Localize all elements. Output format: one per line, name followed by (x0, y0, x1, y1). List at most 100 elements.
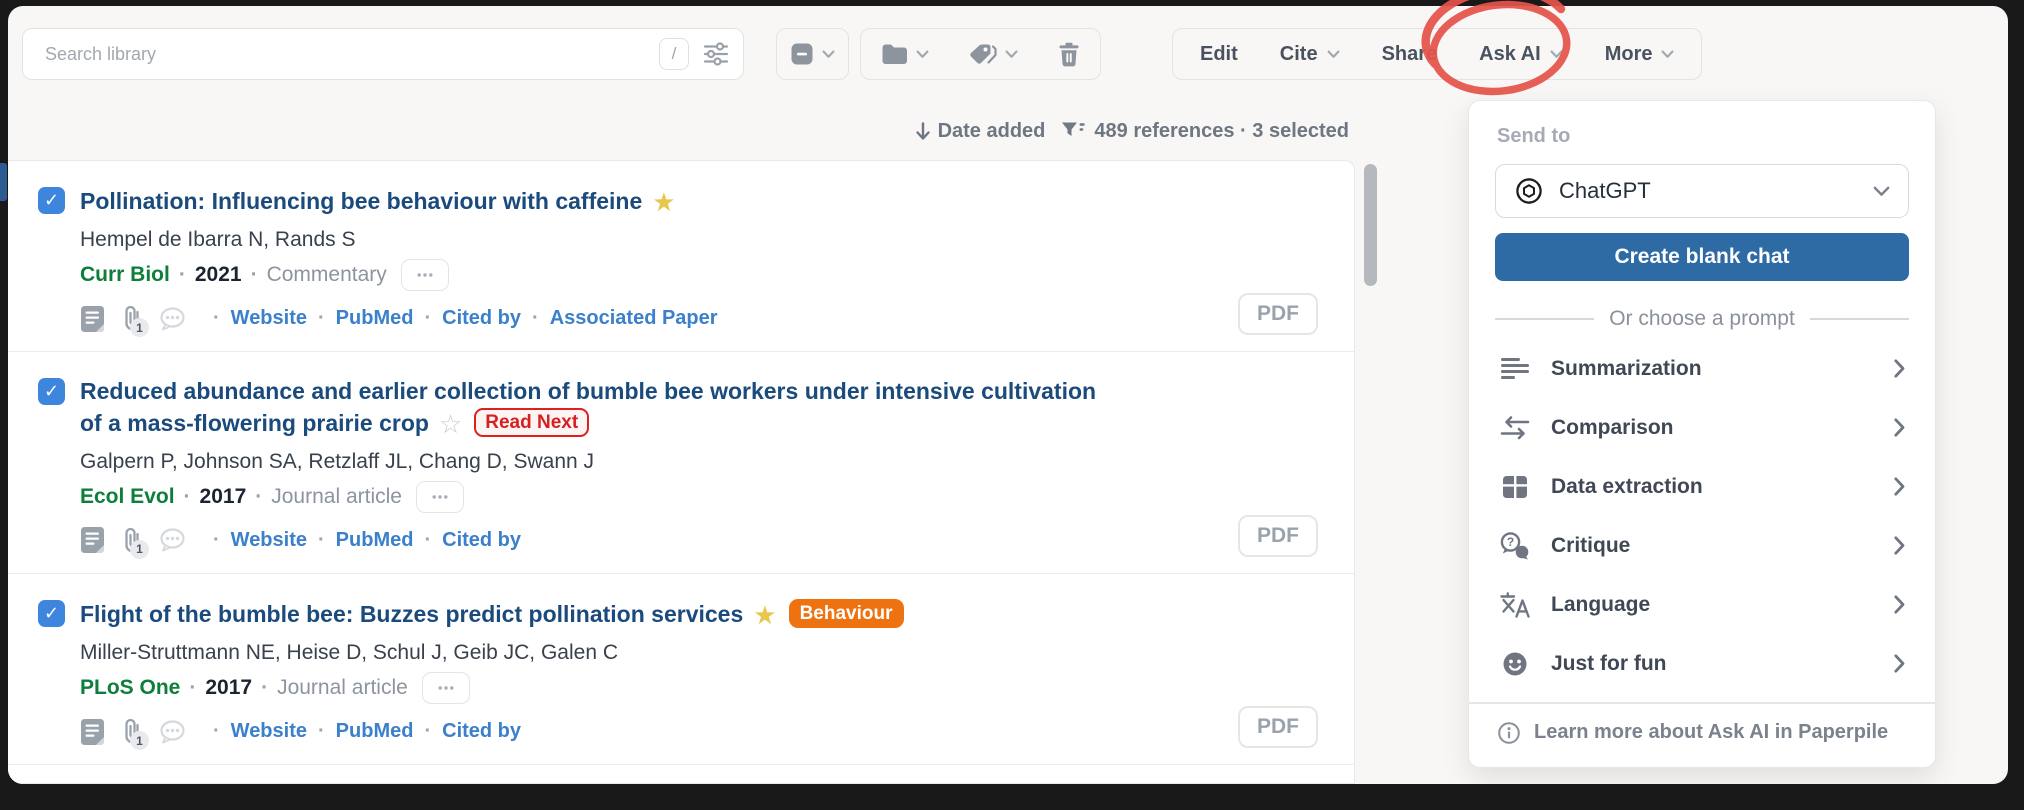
reference-link[interactable]: Website (202, 720, 307, 743)
search-bar[interactable]: / (22, 28, 744, 80)
journal-name[interactable]: Curr Biol (80, 263, 170, 287)
summarization-icon (1499, 357, 1530, 381)
reference-title[interactable]: Flight of the bumble bee: Buzzes predict… (80, 601, 743, 627)
ask-ai-panel: Send to ChatGPT Create blank chat Or cho… (1468, 100, 1936, 768)
reference-link[interactable]: Associated Paper (521, 307, 718, 330)
prompt-divider: Or choose a prompt (1495, 307, 1909, 331)
prompt-item[interactable]: Just for fun (1495, 634, 1909, 693)
prompt-item[interactable]: Comparison (1495, 398, 1909, 457)
row-more-button[interactable] (401, 259, 449, 291)
ellipsis-icon (438, 685, 454, 691)
search-filters-icon[interactable] (703, 42, 729, 66)
chevron-right-icon (1894, 477, 1905, 496)
reference-badge: Read Next (474, 408, 589, 437)
reference-link[interactable]: Cited by (413, 720, 521, 743)
pdf-button[interactable]: PDF (1238, 515, 1318, 557)
journal-name[interactable]: Ecol Evol (80, 485, 175, 509)
prompt-item[interactable]: Data extraction (1495, 457, 1909, 516)
pdf-button[interactable]: PDF (1238, 706, 1318, 748)
reference-link[interactable]: Cited by (413, 529, 521, 552)
chevron-down-icon (1661, 50, 1674, 59)
reference-link[interactable]: Website (202, 529, 307, 552)
publication-type: Journal article (246, 485, 402, 509)
chevron-down-icon (1550, 50, 1563, 59)
publication-year: 2017 (180, 676, 252, 700)
reference-row[interactable]: An updated understanding of Texas bumble… (8, 765, 1354, 784)
edit-button[interactable]: Edit (1179, 29, 1259, 79)
reference-link[interactable]: Website (202, 307, 307, 330)
trash-button[interactable] (1058, 42, 1080, 67)
provider-select[interactable]: ChatGPT (1495, 164, 1909, 218)
pdf-button[interactable]: PDF (1238, 293, 1318, 335)
reference-link[interactable]: Cited by (413, 307, 521, 330)
organize-toolbar-group (860, 28, 1101, 80)
row-more-button[interactable] (416, 481, 464, 513)
prompt-item[interactable]: Summarization (1495, 339, 1909, 398)
attachment-count-badge: 1 (130, 540, 149, 559)
row-checkbox[interactable] (38, 600, 65, 627)
chevron-down-icon (1327, 50, 1340, 59)
journal-name[interactable]: PLoS One (80, 676, 180, 700)
reference-link[interactable]: PubMed (307, 529, 413, 552)
reference-count: 489 references · 3 selected (1094, 120, 1349, 143)
row-checkbox[interactable] (38, 378, 65, 405)
prompt-item[interactable]: Language (1495, 575, 1909, 634)
prompt-item[interactable]: ? Critique (1495, 516, 1909, 575)
star-icon[interactable]: ★ (652, 187, 675, 217)
link-list: WebsitePubMedCited by (202, 529, 521, 552)
attachments-button[interactable]: 1 (121, 526, 143, 555)
row-checkbox[interactable] (38, 187, 65, 214)
ask-ai-help-link[interactable]: Learn more about Ask AI in Paperpile (1495, 704, 1909, 767)
chevron-right-icon (1894, 359, 1905, 378)
select-checkbox-icon (790, 42, 814, 66)
star-icon[interactable]: ☆ (439, 409, 462, 439)
notes-icon[interactable] (80, 718, 105, 746)
notes-icon[interactable] (80, 305, 105, 333)
select-all-dropdown[interactable] (790, 42, 835, 66)
folder-icon (881, 43, 908, 65)
attachments-button[interactable]: 1 (121, 717, 143, 746)
actions-toolbar-group: Edit Cite Share Ask AI More (1172, 28, 1702, 80)
ask-ai-dropdown[interactable]: Ask AI (1458, 29, 1584, 79)
attachment-count-badge: 1 (130, 731, 149, 750)
filter-icon[interactable] (1061, 121, 1085, 141)
reference-authors: Galpern P, Johnson SA, Retzlaff JL, Chan… (80, 450, 1204, 474)
comments-icon[interactable] (159, 307, 186, 331)
chevron-down-icon (1005, 50, 1018, 59)
send-to-label: Send to (1497, 125, 1909, 148)
svg-text:?: ? (1507, 535, 1514, 549)
ellipsis-icon (432, 494, 448, 500)
folder-dropdown[interactable] (881, 43, 929, 65)
more-dropdown[interactable]: More (1584, 29, 1696, 79)
link-list: WebsitePubMedCited by (202, 720, 521, 743)
share-button[interactable]: Share (1361, 29, 1459, 79)
language-icon (1499, 592, 1530, 618)
create-blank-chat-button[interactable]: Create blank chat (1495, 233, 1909, 281)
critique-icon: ? (1499, 532, 1530, 560)
attachments-button[interactable]: 1 (121, 304, 143, 333)
reference-link[interactable]: PubMed (307, 307, 413, 330)
reference-row[interactable]: Flight of the bumble bee: Buzzes predict… (8, 574, 1354, 765)
reference-link[interactable]: PubMed (307, 720, 413, 743)
reference-list: Pollination: Influencing bee behaviour w… (8, 160, 1355, 784)
label-dropdown[interactable] (969, 43, 1018, 66)
cite-dropdown[interactable]: Cite (1259, 29, 1361, 79)
row-more-button[interactable] (422, 672, 470, 704)
star-icon[interactable]: ★ (753, 600, 776, 630)
notes-icon[interactable] (80, 526, 105, 554)
search-shortcut-key: / (659, 38, 689, 70)
list-scrollbar[interactable] (1364, 164, 1377, 286)
info-icon (1497, 721, 1521, 745)
sort-button[interactable]: Date added (915, 120, 1046, 143)
selection-toolbar-group (776, 28, 849, 80)
reference-row[interactable]: Reduced abundance and earlier collection… (8, 352, 1354, 574)
comments-icon[interactable] (159, 528, 186, 552)
search-input[interactable] (43, 43, 645, 66)
reference-title[interactable]: Pollination: Influencing bee behaviour w… (80, 188, 642, 214)
chevron-right-icon (1894, 536, 1905, 555)
comments-icon[interactable] (159, 720, 186, 744)
provider-name: ChatGPT (1559, 178, 1858, 204)
ellipsis-icon (417, 272, 433, 278)
prompt-list: Summarization Comparison Data extraction… (1495, 339, 1909, 693)
reference-row[interactable]: Pollination: Influencing bee behaviour w… (8, 161, 1354, 352)
